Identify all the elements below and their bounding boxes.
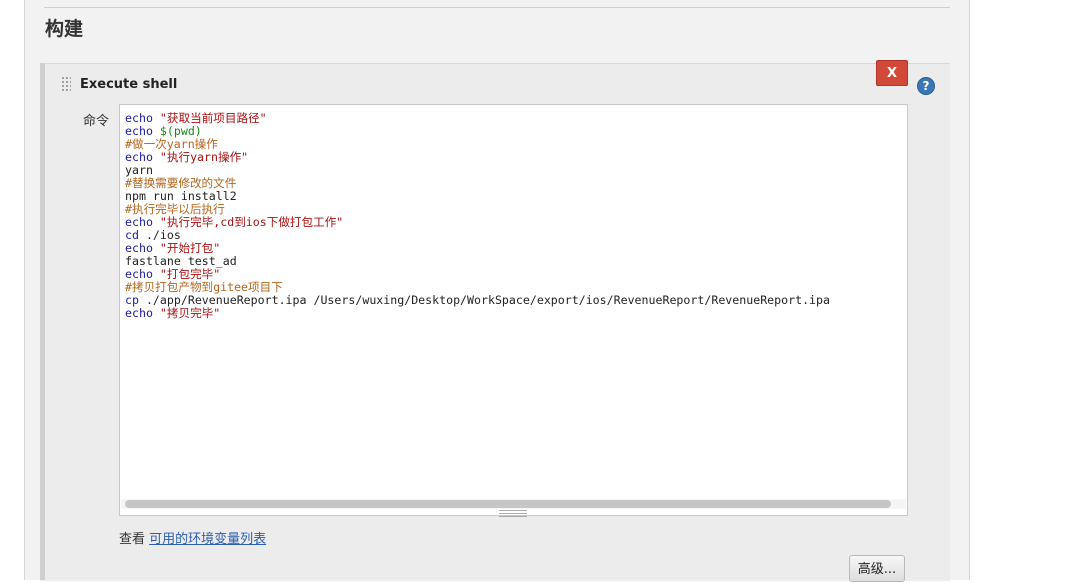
- code-line: cd ./ios: [125, 229, 830, 242]
- code-token: "拷贝完毕": [159, 306, 221, 320]
- code-token: "打包完毕": [159, 267, 221, 281]
- drag-handle-icon[interactable]: [61, 76, 71, 93]
- scrollbar-thumb[interactable]: [125, 500, 891, 508]
- code-line: echo $(pwd): [125, 125, 830, 138]
- code-token: echo: [125, 111, 160, 125]
- code-token: echo: [125, 124, 160, 138]
- command-label: 命令: [83, 114, 110, 129]
- help-icon[interactable]: ?: [917, 77, 935, 95]
- code-token: npm run install2: [125, 189, 237, 203]
- step-left-bar: [40, 63, 45, 580]
- code-token: "执行完毕,cd到ios下做打包工作": [159, 215, 344, 229]
- code-token: #替换需要修改的文件: [125, 176, 237, 190]
- code-token: #执行完毕以后执行: [125, 202, 225, 216]
- command-editor[interactable]: echo "获取当前项目路径" echo $(pwd) #做一次yarn操作 echo…: [119, 104, 908, 516]
- env-vars-row: 查看 可用的环境变量列表: [119, 528, 266, 547]
- code-line: echo "拷贝完毕": [125, 307, 830, 320]
- code-line: fastlane test_ad: [125, 255, 830, 268]
- step-title: Execute shell: [80, 77, 178, 92]
- code-token: cd: [125, 228, 146, 242]
- resize-grip-icon[interactable]: [499, 510, 527, 517]
- divider: [44, 7, 950, 8]
- code-token: echo: [125, 306, 160, 320]
- code-token: "获取当前项目路径": [159, 111, 267, 125]
- code-token: echo: [125, 241, 160, 255]
- code-line: echo "执行yarn操作": [125, 151, 830, 164]
- delete-step-button[interactable]: X: [876, 60, 908, 86]
- code-line: echo "执行完毕,cd到ios下做打包工作": [125, 216, 830, 229]
- code-token: "开始打包": [159, 241, 221, 255]
- horizontal-scrollbar[interactable]: [121, 499, 906, 509]
- code-token: ./app/RevenueReport.ipa /Users/wuxing/De…: [145, 293, 830, 307]
- code-token: echo: [125, 267, 160, 281]
- advanced-button[interactable]: 高级...: [849, 555, 905, 582]
- section-title: 构建: [45, 18, 84, 40]
- code-token: #做一次yarn操作: [125, 137, 218, 151]
- code-line: cp ./app/RevenueReport.ipa /Users/wuxing…: [125, 294, 830, 307]
- code-token: ./ios: [145, 228, 181, 242]
- code-token: echo: [125, 215, 160, 229]
- code-token: echo: [125, 150, 160, 164]
- code-token: $(pwd): [159, 124, 202, 138]
- code-line: npm run install2: [125, 190, 830, 203]
- view-prefix: 查看: [119, 532, 150, 547]
- code-token: #拷贝打包产物到gitee项目下: [125, 280, 283, 294]
- code-token: fastlane test_ad: [125, 254, 237, 268]
- code-line: echo "获取当前项目路径": [125, 112, 830, 125]
- code-token: "执行yarn操作": [159, 150, 249, 164]
- command-code[interactable]: echo "获取当前项目路径" echo $(pwd) #做一次yarn操作 echo…: [125, 112, 830, 320]
- code-token: cp: [125, 293, 146, 307]
- env-vars-link[interactable]: 可用的环境变量列表: [149, 532, 266, 547]
- code-token: yarn: [125, 163, 153, 177]
